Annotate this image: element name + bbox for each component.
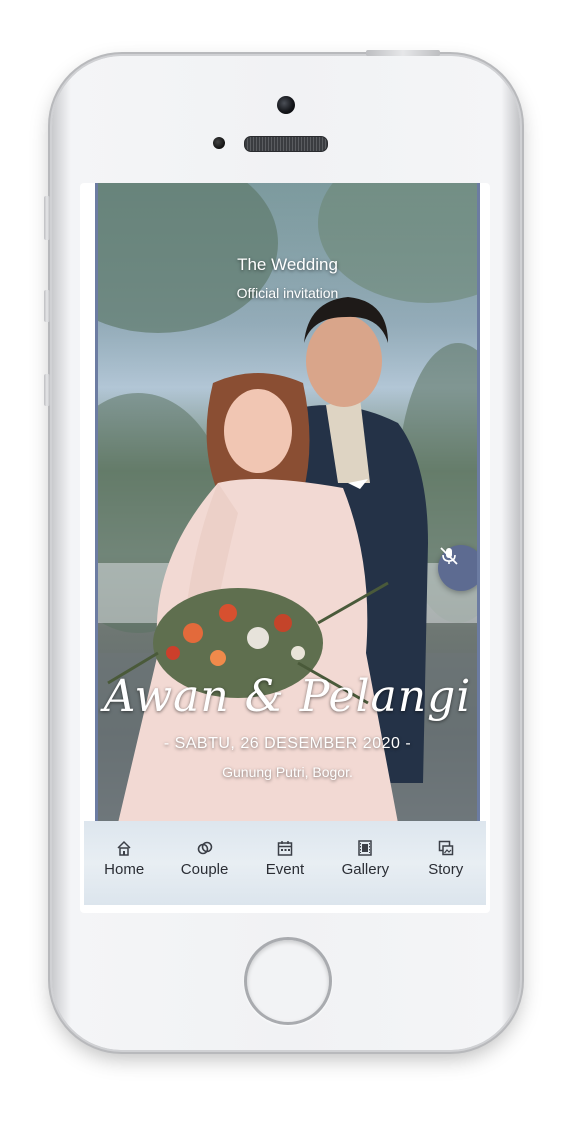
calendar-icon bbox=[277, 841, 293, 856]
wedding-location: Gunung Putri, Bogor. bbox=[222, 764, 353, 780]
nav-label-event: Event bbox=[265, 861, 305, 878]
proximity-sensor bbox=[213, 137, 225, 149]
phone-top-button bbox=[366, 50, 440, 56]
nav-item-couple[interactable]: Couple bbox=[169, 839, 241, 878]
front-camera bbox=[277, 96, 295, 114]
nav-label-couple: Couple bbox=[180, 861, 229, 878]
photos-icon bbox=[438, 840, 453, 856]
home-hardware-button[interactable] bbox=[244, 937, 332, 1025]
app-screen: The Wedding Official invitation Awan & P… bbox=[80, 183, 490, 913]
film-icon bbox=[358, 840, 373, 856]
phone-side-button bbox=[44, 196, 50, 240]
mute-music-button[interactable] bbox=[438, 545, 477, 591]
couple-photo-illustration bbox=[98, 183, 477, 823]
couple-photo: The Wedding Official invitation Awan & P… bbox=[95, 183, 480, 823]
wedding-subtitle: Official invitation bbox=[236, 285, 339, 301]
nav-label-gallery: Gallery bbox=[341, 861, 390, 878]
earpiece-speaker bbox=[244, 136, 328, 152]
nav-item-home[interactable]: Home bbox=[88, 839, 160, 878]
nav-item-story[interactable]: Story bbox=[410, 839, 482, 878]
nav-item-event[interactable]: Event bbox=[249, 839, 321, 878]
wedding-title: The Wedding bbox=[237, 255, 338, 274]
wedding-date: - SABTU, 26 DESEMBER 2020 - bbox=[163, 735, 412, 752]
nav-label-home: Home bbox=[104, 861, 145, 878]
home-icon bbox=[117, 840, 131, 856]
rings-icon bbox=[197, 841, 212, 855]
phone-side-button bbox=[44, 290, 50, 322]
muted-microphone-icon bbox=[440, 547, 458, 565]
couple-names: Awan & Pelangi bbox=[103, 671, 472, 722]
bottom-navigation: Home Couple Event Gallery Story bbox=[84, 821, 486, 905]
nav-item-gallery[interactable]: Gallery bbox=[329, 839, 401, 878]
phone-side-button bbox=[44, 374, 50, 406]
nav-label-story: Story bbox=[428, 861, 464, 878]
